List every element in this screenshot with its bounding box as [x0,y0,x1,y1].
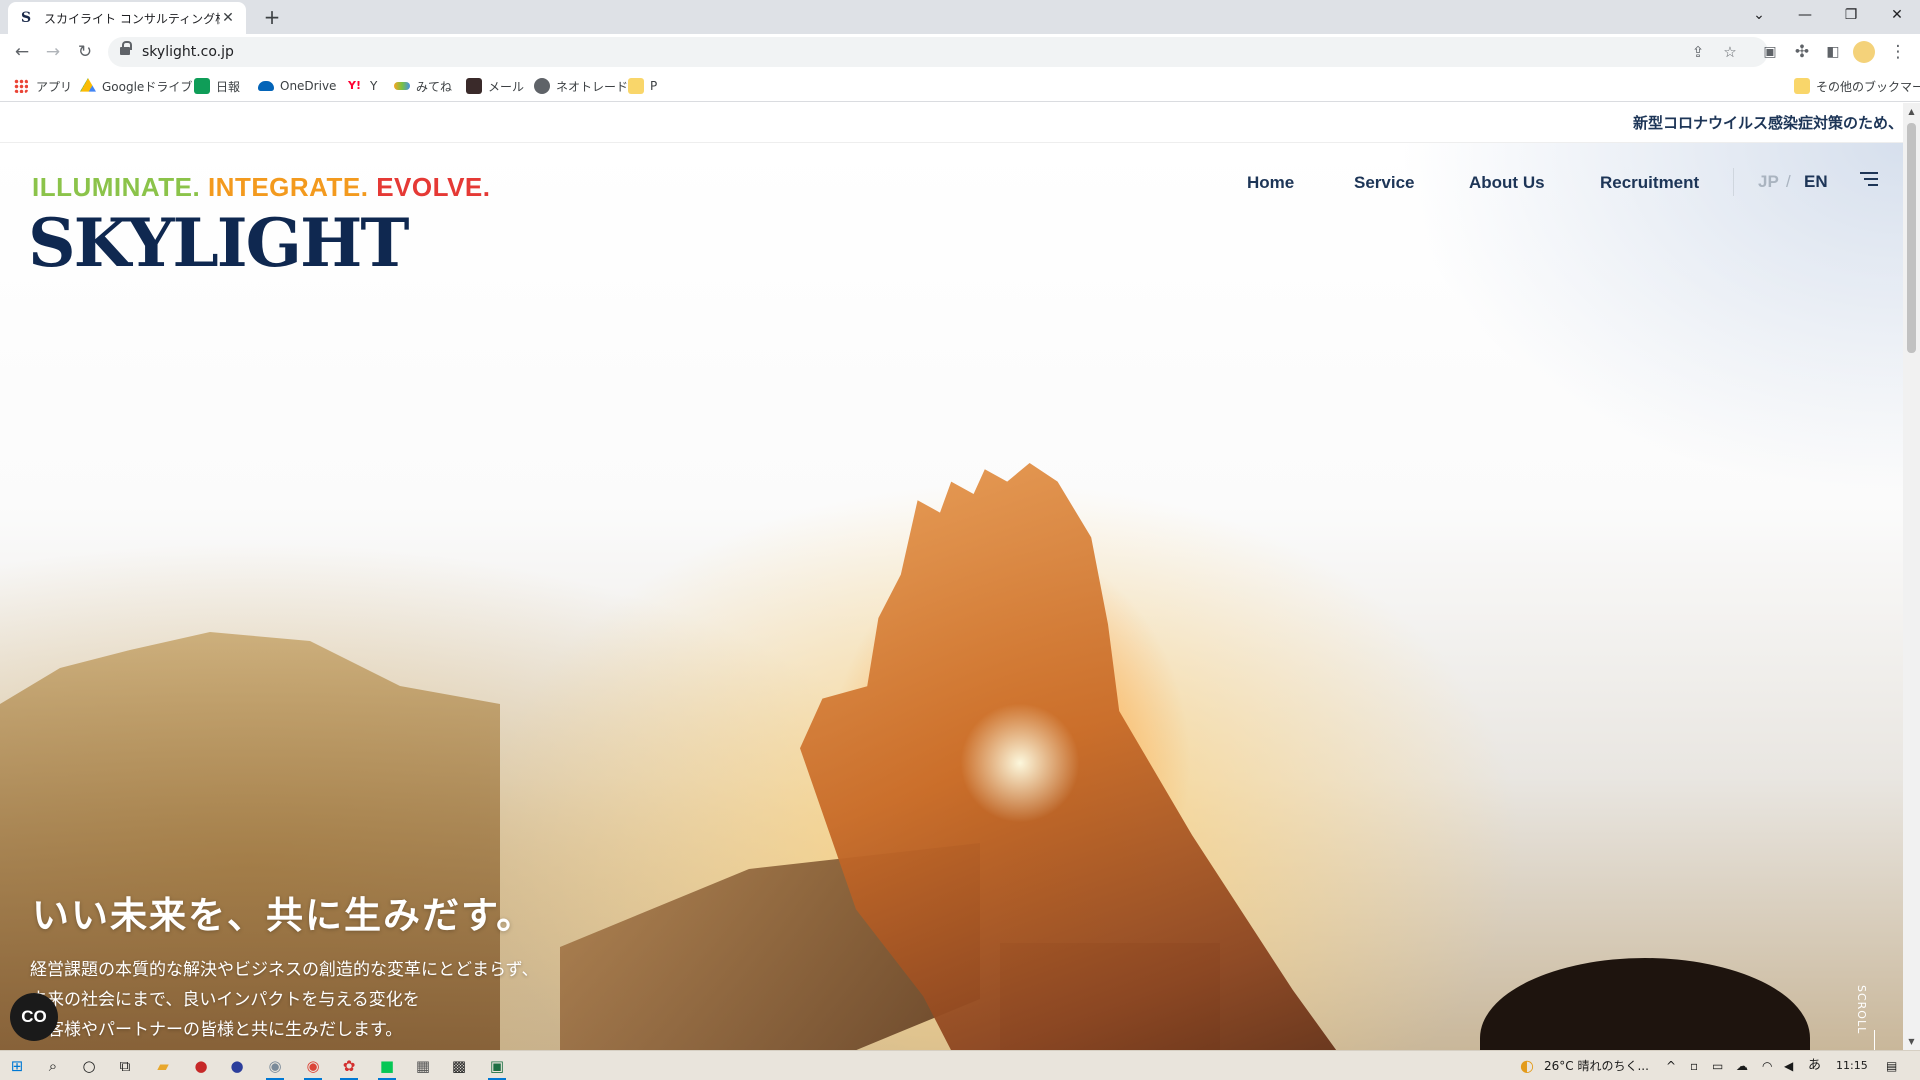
lock-icon[interactable] [120,41,132,57]
volume-icon[interactable]: ◀ [1784,1051,1793,1080]
tray-overflow-icon[interactable]: ^ [1666,1051,1676,1080]
cortana-icon[interactable]: ○ [78,1055,100,1077]
nav-recruitment[interactable]: Recruitment [1600,172,1699,194]
bookmark-mail[interactable]: メール [466,76,524,96]
extension-icon[interactable]: ▣ [1758,40,1782,64]
excel-icon[interactable]: ▣ [486,1055,508,1080]
google-drive-icon [80,78,96,92]
app-pink-icon[interactable]: ✿ [338,1055,360,1080]
app-red-icon[interactable]: ● [190,1055,212,1077]
hero-lead-line-1: 経営課題の本質的な解決やビジネスの創造的な変革にとどまらず、 [30,960,539,980]
browser-toolbar: ← → ↻ skylight.co.jp ⇪ ☆ ▣ ✣ ◧ ⋮ [0,34,1920,70]
new-tab-icon[interactable]: + [260,6,284,30]
tab-search-icon[interactable]: ⌄ [1736,0,1782,30]
scroll-up-arrow-icon[interactable]: ▲ [1903,103,1920,120]
bookmark-yahoo[interactable]: Y! Y [348,76,377,96]
chrome-menu-icon[interactable]: ⋮ [1886,40,1910,64]
wifi-icon[interactable]: ◠ [1762,1051,1772,1080]
address-bar[interactable]: skylight.co.jp ⇪ ☆ [108,37,1768,67]
site-favicon-icon: S [20,10,32,26]
yahoo-icon: Y! [348,79,361,92]
ticker-text[interactable]: 新型コロナウイルス感染症対策のため、 [1633,103,1903,143]
nav-service[interactable]: Service [1354,172,1415,194]
hamburger-menu-icon[interactable] [1860,172,1878,188]
reload-icon[interactable]: ↻ [73,40,97,64]
minimize-icon[interactable]: — [1782,0,1828,30]
page-scrollbar[interactable]: ▲ ▼ [1903,103,1920,1050]
scroll-down-arrow-icon[interactable]: ▼ [1903,1033,1920,1050]
hero-sky-glow [1303,143,1903,543]
profile-avatar[interactable] [1853,41,1875,63]
line-app-icon[interactable]: ■ [376,1055,398,1080]
mitene-icon [394,82,410,90]
site-logo[interactable]: SKYLIGHT [28,207,409,279]
hero-person-silhouette [1480,958,1810,1050]
app-dark-icon[interactable]: ▩ [448,1055,470,1077]
tab-title: スカイライト コンサルティング株式会社 [44,11,220,26]
tab-close-icon[interactable]: ✕ [220,10,236,26]
globe-icon [534,78,550,94]
calculator-icon[interactable]: ▦ [412,1055,434,1077]
onedrive-tray-icon[interactable]: ☁ [1736,1051,1748,1080]
scrollbar-thumb[interactable] [1907,123,1916,353]
app-blue-icon[interactable]: ● [226,1055,248,1077]
bookmark-google-drive[interactable]: Googleドライブ [80,76,192,96]
start-windows-icon[interactable]: ⊞ [6,1055,28,1077]
file-explorer-icon[interactable]: ▰ [152,1055,174,1077]
tray-app-icon[interactable]: ▫ [1690,1051,1698,1080]
bookmark-other[interactable]: その他のブックマーク [1794,76,1920,96]
restore-icon[interactable]: ❐ [1828,0,1874,30]
scroll-indicator-label: SCROLL [1855,985,1868,1035]
chrome-taskbar-icon[interactable]: ◉ [302,1055,324,1080]
extensions-puzzle-icon[interactable]: ✣ [1790,40,1814,64]
bookmark-onedrive[interactable]: OneDrive [258,76,336,96]
scroll-indicator-line [1874,1030,1875,1050]
bookmark-folder-p[interactable]: P [628,76,657,96]
app-gray-icon[interactable]: ◉ [264,1055,286,1080]
url-text[interactable]: skylight.co.jp [142,37,234,67]
hero-sun-flare [960,703,1080,823]
nav-home[interactable]: Home [1247,172,1294,194]
news-ticker[interactable]: 新型コロナウイルス感染症対策のため、 [0,103,1903,143]
tab-strip: S スカイライト コンサルティング株式会社 ✕ + ⌄ — ❐ ✕ [0,0,1920,34]
battery-icon[interactable]: ▭ [1712,1051,1723,1080]
hero-headline: いい未来を、共に生みだす。 [32,894,536,937]
bookmark-star-icon[interactable]: ☆ [1718,40,1742,64]
weather-icon[interactable]: ◐ [1520,1051,1534,1080]
cookie-consent-button[interactable]: CO [10,993,58,1041]
lang-jp-link[interactable]: JP [1758,172,1779,192]
nav-divider [1733,168,1734,196]
hero-lead-line-3: お客様やパートナーの皆様と共に生みだします。 [30,1020,403,1040]
windows-taskbar: ⊞ ⌕ ○ ⧉ ▰ ● ● ◉ ◉ ✿ ■ ▦ ▩ ▣ ◐ 26°C 晴れのちく… [0,1050,1920,1080]
back-icon[interactable]: ← [10,40,34,64]
notification-icon[interactable]: ▤ [1886,1051,1897,1080]
task-view-icon[interactable]: ⧉ [114,1055,136,1077]
weather-text[interactable]: 26°C 晴れのちく... [1544,1051,1649,1080]
close-window-icon[interactable]: ✕ [1874,0,1920,30]
site-tagline: ILLUMINATE. INTEGRATE. EVOLVE. [32,172,491,202]
sheets-icon [194,78,210,94]
onedrive-icon [258,81,274,91]
lang-separator: / [1786,172,1791,191]
share-icon[interactable]: ⇪ [1686,40,1710,64]
bookmark-neotrade[interactable]: ネオトレード [534,76,628,96]
browser-tab[interactable]: S スカイライト コンサルティング株式会社 ✕ [8,2,246,34]
forward-icon[interactable]: → [41,40,65,64]
bookmark-mitene[interactable]: みてね [394,76,452,96]
lang-en-link[interactable]: EN [1804,172,1828,192]
clock[interactable]: 11:15 [1836,1051,1868,1080]
folder-icon [1794,78,1810,94]
bookmark-apps[interactable]: アプリ [14,76,72,96]
side-panel-icon[interactable]: ◧ [1821,40,1845,64]
nav-about-us[interactable]: About Us [1469,172,1545,194]
mail-icon [466,78,482,94]
bookmark-nippo[interactable]: 日報 [194,76,240,96]
apps-grid-icon [14,79,28,93]
hero-lead-line-2: 未来の社会にまで、良いインパクトを与える変化を [30,990,420,1010]
bookmarks-bar: アプリ Googleドライブ 日報 OneDrive Y! Y みてね メール [0,70,1920,102]
search-icon[interactable]: ⌕ [42,1055,64,1077]
folder-icon [628,78,644,94]
ime-indicator[interactable]: あ [1808,1051,1821,1080]
